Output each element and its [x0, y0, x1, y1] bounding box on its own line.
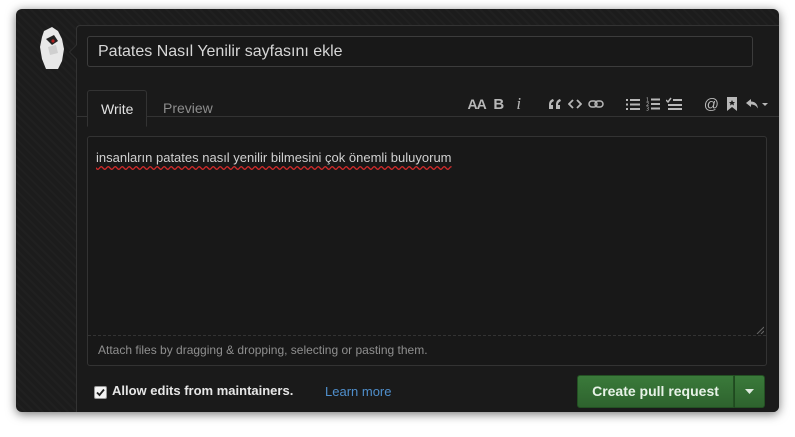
create-pr-dropdown-button[interactable]: [734, 375, 765, 408]
comment-body-editor[interactable]: insanların patates nasıl yenilir bilmesi…: [87, 136, 767, 366]
allow-edits-label[interactable]: Allow edits from maintainers.: [112, 383, 293, 398]
form-footer: Allow edits from maintainers. Learn more…: [87, 374, 767, 410]
tab-write[interactable]: Write: [87, 90, 148, 127]
svg-text:3: 3: [646, 107, 649, 112]
checkmark-icon: [96, 388, 105, 397]
pull-request-form: Patates Nasıl Yenilir sayfasını ekle Wri…: [69, 25, 779, 412]
bold-icon[interactable]: B: [492, 94, 506, 114]
saved-reply-icon[interactable]: [725, 94, 739, 114]
learn-more-link[interactable]: Learn more: [325, 384, 391, 399]
ordered-list-icon[interactable]: 123: [646, 94, 660, 114]
italic-icon[interactable]: i: [512, 94, 526, 114]
unordered-list-icon[interactable]: [625, 94, 640, 114]
avatar[interactable]: [38, 25, 68, 71]
resize-handle-icon[interactable]: [756, 326, 764, 334]
caret-down-icon: [745, 389, 754, 394]
quote-icon[interactable]: [548, 94, 562, 114]
task-list-icon[interactable]: [665, 94, 682, 114]
comment-body-text[interactable]: insanların patates nasıl yenilir bilmesi…: [96, 149, 758, 167]
create-pull-request-button[interactable]: Create pull request: [577, 375, 734, 408]
allow-edits-checkbox[interactable]: [94, 386, 107, 399]
title-input[interactable]: Patates Nasıl Yenilir sayfasını ekle: [87, 36, 753, 67]
markdown-toolbar: AA B i 123 @: [465, 92, 772, 116]
link-icon[interactable]: [588, 94, 604, 114]
tab-preview[interactable]: Preview: [150, 90, 226, 126]
pr-form-window: Patates Nasıl Yenilir sayfasını ekle Wri…: [16, 9, 779, 412]
editor-tabs: Write Preview AA B i 1 2 3 @: [77, 80, 779, 127]
create-pr-button-group: Create pull request: [577, 375, 765, 408]
reply-icon[interactable]: [745, 94, 769, 114]
attach-files-hint[interactable]: Attach files by dragging & dropping, sel…: [88, 335, 766, 365]
text-size-icon[interactable]: AA: [468, 94, 487, 114]
code-icon[interactable]: [567, 94, 582, 114]
mention-icon[interactable]: @: [704, 94, 719, 114]
